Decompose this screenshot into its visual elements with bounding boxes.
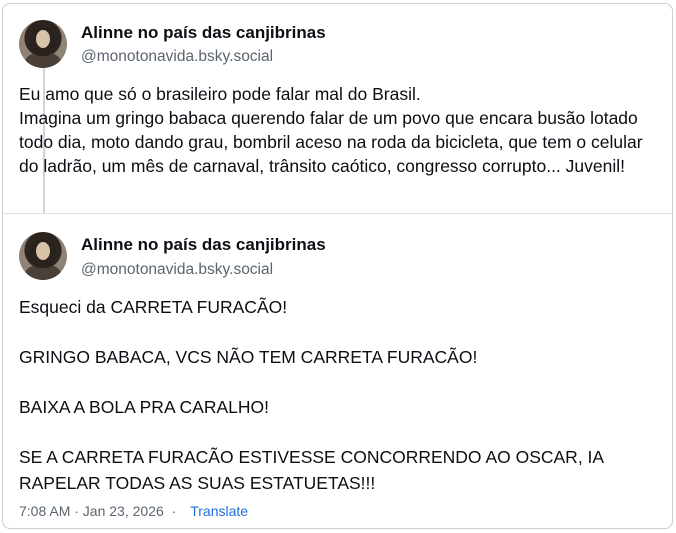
post-paragraph: Esqueci da CARRETA FURACÃO! (19, 297, 288, 317)
translate-link[interactable]: Translate (190, 503, 248, 519)
avatar[interactable] (19, 232, 67, 280)
post-text-line: Imagina um gringo babaca querendo falar … (19, 108, 643, 176)
author-name[interactable]: Alinne no país das canjibrinas (81, 235, 326, 255)
avatar[interactable] (19, 20, 67, 68)
author-handle[interactable]: @monotonavida.bsky.social (81, 48, 273, 66)
post-meta: 7:08 AM · Jan 23, 2026 · Translate (19, 503, 248, 519)
post-text-line: Eu amo que só o brasileiro pode falar ma… (19, 84, 421, 104)
post-paragraph: GRINGO BABACA, VCS NÃO TEM CARRETA FURAC… (19, 347, 478, 367)
post-text: Esqueci da CARRETA FURACÃO! GRINGO BABAC… (19, 294, 659, 520)
post-1[interactable]: Alinne no país das canjibrinas @monotona… (3, 4, 672, 214)
timestamp[interactable]: 7:08 AM · Jan 23, 2026 (19, 503, 164, 519)
author-handle[interactable]: @monotonavida.bsky.social (81, 261, 273, 279)
post-paragraph: SE A CARRETA FURACÃO ESTIVESSE CONCORREN… (19, 447, 604, 493)
post-text: Eu amo que só o brasileiro pode falar ma… (19, 82, 659, 178)
post-paragraph: BAIXA A BOLA PRA CARALHO! (19, 397, 269, 417)
thread-container: Alinne no país das canjibrinas @monotona… (2, 3, 673, 529)
author-name[interactable]: Alinne no país das canjibrinas (81, 23, 326, 43)
post-2[interactable]: Alinne no país das canjibrinas @monotona… (3, 214, 672, 530)
meta-separator: · (171, 503, 177, 519)
